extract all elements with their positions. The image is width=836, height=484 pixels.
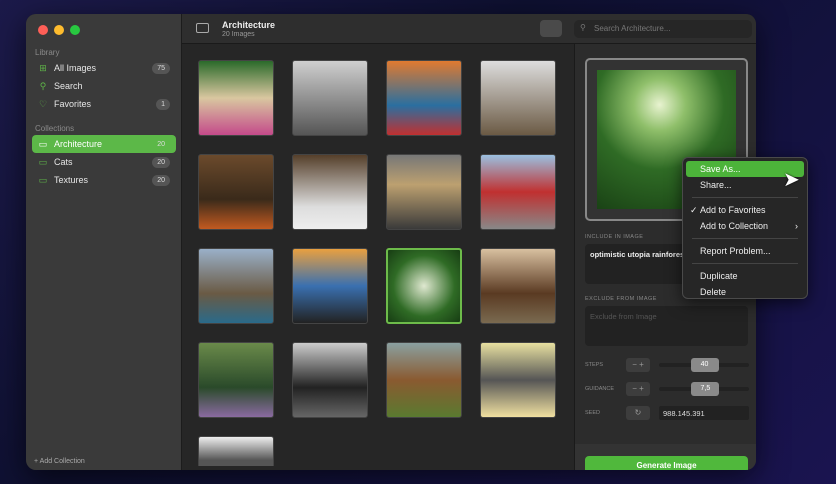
mouse-cursor-icon: ➤	[783, 169, 800, 191]
guidance-row: GUIDANCE − + 7,5	[585, 382, 749, 396]
sidebar: Library ⊞ All Images 75 ⚲ Search ♡ Favorites…	[26, 14, 182, 470]
window-controls	[38, 25, 80, 35]
menu-separator	[692, 238, 798, 239]
page-title: Architecture	[222, 20, 276, 30]
image-count: 20 Images	[222, 31, 255, 38]
sidebar-item-label: Architecture	[54, 139, 103, 149]
chevron-right-icon: ›	[795, 221, 798, 231]
image-thumbnail[interactable]	[480, 154, 556, 230]
count-badge: 1	[156, 98, 170, 110]
toolbar: Architecture 20 Images ⚲ Search Architect…	[182, 14, 756, 44]
menu-separator	[692, 197, 798, 198]
steps-label: STEPS	[585, 362, 604, 368]
sidebar-item-label: Favorites	[54, 99, 92, 109]
image-thumbnail[interactable]	[198, 60, 274, 136]
folder-icon: ▭	[38, 138, 48, 149]
exclude-label: EXCLUDE FROM IMAGE	[585, 296, 657, 302]
sidebar-item-favorites[interactable]: ♡ Favorites 1	[32, 95, 176, 113]
menu-separator	[692, 263, 798, 264]
steps-stepper[interactable]: − +	[626, 358, 650, 372]
minimize-button[interactable]	[54, 25, 64, 35]
exclude-input[interactable]: Exclude from Image	[585, 306, 748, 346]
image-thumbnail[interactable]	[386, 60, 462, 136]
guidance-label: GUIDANCE	[585, 386, 615, 392]
guidance-stepper[interactable]: − +	[626, 382, 650, 396]
count-badge: 20	[157, 140, 165, 148]
menu-item-duplicate[interactable]: Duplicate	[686, 268, 804, 284]
sidebar-item-cats[interactable]: ▭ Cats 20	[32, 153, 176, 171]
steps-thumb[interactable]: 40	[690, 358, 719, 372]
inspector-toggle-button[interactable]	[540, 20, 562, 37]
image-thumbnail[interactable]	[198, 436, 274, 466]
seed-label: SEED	[585, 410, 600, 416]
image-thumbnail[interactable]	[198, 342, 274, 418]
menu-item-add-to-collection[interactable]: Add to Collection ›	[686, 218, 804, 234]
search-icon: ⚲	[39, 80, 47, 91]
collections-heading: Collections	[35, 124, 75, 133]
seed-row: SEED ↻ 988.145.391	[585, 406, 749, 420]
sidebar-item-label: Textures	[54, 175, 89, 185]
image-thumbnail[interactable]	[386, 248, 462, 324]
guidance-thumb[interactable]: 7,5	[691, 382, 720, 396]
folder-icon: ▭	[38, 156, 48, 167]
refresh-seed-button[interactable]: ↻	[626, 406, 650, 420]
menu-item-label: Add to Favorites	[700, 205, 766, 215]
sidebar-item-label: Search	[54, 81, 83, 91]
menu-item-label: Add to Collection	[700, 221, 769, 231]
guidance-slider[interactable]: 7,5	[659, 382, 749, 396]
exclude-placeholder: Exclude from Image	[590, 312, 657, 321]
app-window: Library ⊞ All Images 75 ⚲ Search ♡ Favorites…	[26, 14, 756, 470]
zoom-button[interactable]	[70, 25, 80, 35]
sidebar-item-architecture[interactable]: ▭ Architecture 20	[32, 135, 176, 153]
image-thumbnail[interactable]	[480, 60, 556, 136]
add-collection-label: Add Collection	[39, 458, 85, 465]
include-label: INCLUDE IN IMAGE	[585, 234, 644, 240]
add-collection-button[interactable]: + Add Collection	[34, 458, 85, 465]
count-badge: 75	[152, 62, 170, 74]
sidebar-toggle-icon[interactable]	[196, 23, 209, 33]
image-thumbnail[interactable]	[386, 154, 462, 230]
sidebar-item-label: All Images	[54, 63, 97, 73]
sidebar-item-search[interactable]: ⚲ Search	[32, 77, 176, 95]
search-placeholder: Search Architecture...	[594, 24, 671, 33]
seed-input[interactable]: 988.145.391	[659, 406, 749, 420]
steps-row: STEPS − + 40	[585, 358, 749, 372]
image-thumbnail[interactable]	[480, 248, 556, 324]
image-thumbnail[interactable]	[292, 154, 368, 230]
close-button[interactable]	[38, 25, 48, 35]
heart-icon: ♡	[38, 98, 48, 109]
menu-item-add-to-favorites[interactable]: ✓ Add to Favorites	[686, 202, 804, 218]
generate-image-button[interactable]: Generate Image	[585, 456, 748, 470]
grid-icon: ⊞	[39, 62, 47, 73]
image-thumbnail[interactable]	[292, 60, 368, 136]
sidebar-item-label: Cats	[54, 157, 73, 167]
image-thumbnail[interactable]	[292, 342, 368, 418]
count-badge: 20	[152, 174, 170, 186]
sidebar-item-textures[interactable]: ▭ Textures 20	[32, 171, 176, 189]
include-value: optimistic utopia rainforest	[590, 250, 687, 259]
count-badge: 20	[152, 156, 170, 168]
menu-item-report-problem[interactable]: Report Problem...	[686, 243, 804, 259]
image-thumbnail[interactable]	[480, 342, 556, 418]
library-heading: Library	[35, 48, 60, 57]
search-input[interactable]: ⚲ Search Architecture...	[574, 20, 752, 38]
image-thumbnail[interactable]	[198, 154, 274, 230]
image-thumbnail[interactable]	[292, 248, 368, 324]
checkmark-icon: ✓	[690, 205, 698, 215]
steps-slider[interactable]: 40	[659, 358, 749, 372]
folder-icon: ▭	[38, 174, 48, 185]
image-thumbnail[interactable]	[198, 248, 274, 324]
search-icon: ⚲	[580, 23, 586, 32]
image-grid	[182, 44, 574, 470]
sidebar-item-all-images[interactable]: ⊞ All Images 75	[32, 59, 176, 77]
image-thumbnail[interactable]	[386, 342, 462, 418]
menu-item-delete[interactable]: Delete	[686, 284, 804, 300]
